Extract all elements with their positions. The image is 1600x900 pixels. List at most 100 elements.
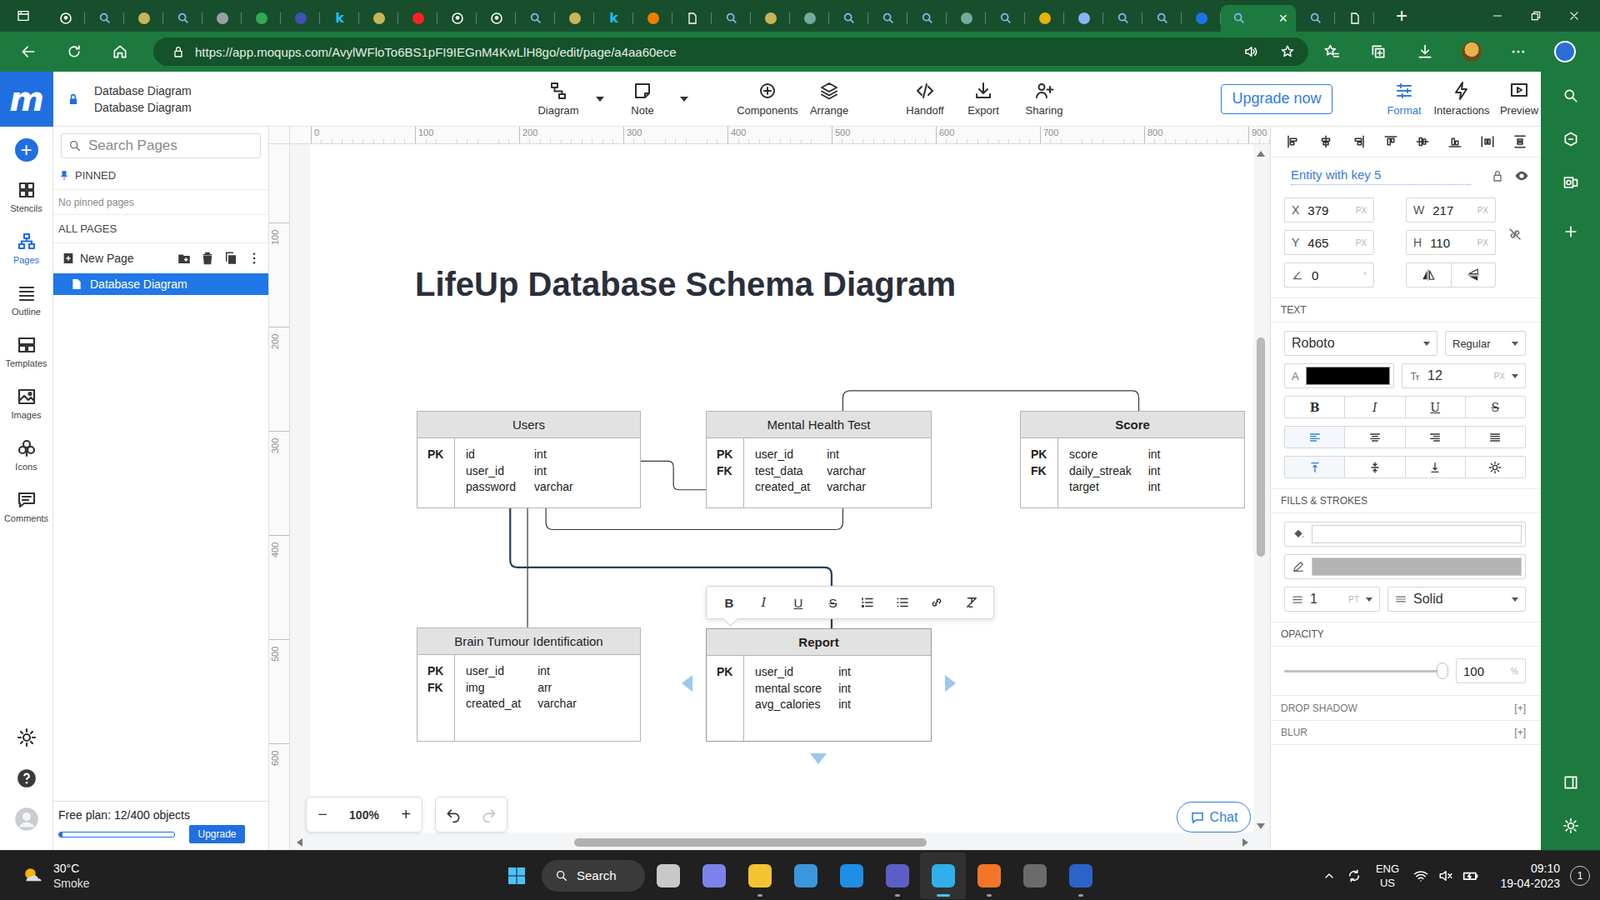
home-button[interactable] — [96, 35, 143, 69]
browser-tab[interactable] — [124, 5, 164, 32]
taskbar-app[interactable] — [690, 852, 737, 900]
entity-title[interactable]: Report — [706, 629, 931, 656]
browser-tab[interactable] — [633, 5, 673, 32]
field-type[interactable]: int — [838, 664, 931, 681]
sync-button[interactable] — [1341, 859, 1367, 893]
weather-widget[interactable]: 30°CSmoke — [0, 860, 167, 891]
vertical-scrollbar[interactable] — [1255, 147, 1267, 833]
browser-tab[interactable] — [85, 5, 125, 32]
sidebar-add-button[interactable] — [1540, 210, 1600, 254]
text-tool-button[interactable] — [920, 589, 955, 616]
profile-button[interactable] — [1448, 35, 1495, 69]
collapsed-section[interactable]: BLUR[+] — [1270, 720, 1541, 745]
browser-tab[interactable] — [398, 5, 438, 32]
field-type[interactable]: varchar — [826, 463, 931, 480]
taskbar-app[interactable] — [782, 852, 829, 900]
taskbar-app[interactable] — [920, 852, 966, 900]
browser-tab[interactable] — [476, 5, 516, 32]
flip-vertical-button[interactable] — [1450, 263, 1496, 287]
field-name[interactable]: id — [465, 446, 518, 464]
text-tool-button[interactable] — [850, 589, 885, 616]
toolbar-button[interactable]: Arrange — [802, 80, 856, 117]
more-button[interactable] — [1495, 35, 1542, 69]
entity-table[interactable]: UsersPKidintuser_idintpasswordvarchar — [416, 410, 641, 509]
address-field[interactable]: https://app.moqups.com/AvylWFloTo6BS1pFI… — [153, 37, 1309, 66]
field-name[interactable]: created_at — [755, 479, 810, 496]
page-list-item[interactable]: Database Diagram — [53, 273, 269, 295]
diagram-canvas[interactable]: LifeUp Database Schema DiagramUsersPKidi… — [290, 144, 1270, 850]
tray-overflow-button[interactable] — [1316, 859, 1342, 893]
restore-button[interactable] — [1516, 0, 1555, 32]
dropdown-button[interactable] — [590, 82, 610, 116]
browser-tab[interactable] — [1181, 5, 1221, 32]
align-button[interactable] — [1280, 129, 1306, 155]
taskbar-app[interactable] — [1057, 852, 1104, 900]
browser-tab[interactable] — [241, 5, 281, 32]
taskbar-app[interactable] — [965, 852, 1012, 900]
browser-tab[interactable] — [437, 5, 477, 32]
search-pages-field[interactable]: Search Pages — [60, 133, 261, 159]
text-align-button[interactable] — [1285, 426, 1345, 448]
rail-item[interactable]: Pages — [0, 225, 53, 277]
field-type[interactable]: arr — [537, 680, 640, 697]
browser-tab[interactable]: k — [594, 5, 634, 32]
browser-tab[interactable] — [907, 5, 947, 32]
toolbar-button[interactable]: Sharing — [1015, 80, 1074, 117]
browser-tab[interactable] — [829, 5, 869, 32]
field-name[interactable]: img — [465, 680, 521, 697]
close-window-button[interactable] — [1555, 0, 1594, 32]
connector[interactable] — [545, 508, 843, 530]
toolbar-button[interactable]: Diagram — [529, 80, 588, 117]
panel-tab[interactable]: Interactions — [1428, 80, 1495, 117]
text-tool-button[interactable] — [954, 589, 990, 616]
new-folder-icon[interactable] — [176, 250, 192, 266]
taskbar-app[interactable] — [874, 852, 920, 900]
horizontal-scrollbar[interactable] — [293, 836, 1252, 849]
entity-table[interactable]: ReportPKuser_idintmental scoreintavg_cal… — [705, 628, 932, 742]
downloads-button[interactable] — [1401, 35, 1449, 69]
moqups-logo[interactable]: m — [0, 71, 54, 127]
text-style-button[interactable]: U — [1405, 396, 1465, 418]
field-type[interactable]: int — [1148, 463, 1245, 480]
field-name[interactable]: user_id — [465, 463, 518, 480]
browser-tab[interactable] — [946, 5, 986, 32]
taskbar-search[interactable]: Search — [541, 860, 645, 892]
new-page-button[interactable]: New Page — [61, 251, 135, 265]
field-type[interactable]: int — [534, 446, 640, 464]
field-name[interactable]: avg_calories — [755, 696, 822, 714]
browser-tab[interactable] — [202, 5, 242, 32]
browser-tab[interactable]: k — [320, 5, 360, 32]
flip-horizontal-button[interactable] — [1406, 263, 1451, 287]
user-avatar[interactable] — [0, 798, 53, 840]
text-align-button[interactable] — [1405, 426, 1465, 448]
browser-tab[interactable] — [1064, 5, 1104, 32]
browser-tab[interactable] — [868, 5, 908, 32]
entity-title[interactable]: Brain Tumour Identification — [417, 628, 640, 655]
text-style-button[interactable]: B — [1285, 396, 1345, 418]
sidebar-settings-button[interactable] — [1540, 804, 1600, 848]
new-tab-button[interactable]: + — [1390, 5, 1413, 26]
geometry-field[interactable]: Y465PX — [1284, 230, 1375, 255]
element-name[interactable]: Entity with key 5 — [1290, 167, 1471, 185]
font-weight-select[interactable]: Regular — [1445, 330, 1526, 356]
upgrade-now-button[interactable]: Upgrade now — [1220, 84, 1333, 115]
browser-tab[interactable] — [1025, 5, 1065, 32]
entity-table[interactable]: ScorePKFKscoreintdaily_streakinttargetin… — [1020, 410, 1245, 509]
panel-tab[interactable]: Preview — [1495, 80, 1544, 117]
align-button[interactable] — [1345, 129, 1371, 155]
rail-item[interactable]: Templates — [0, 328, 53, 380]
geometry-field[interactable]: W217PX — [1405, 197, 1496, 223]
field-name[interactable]: daily_streak — [1069, 463, 1132, 480]
field-type[interactable]: int — [1148, 446, 1245, 464]
browser-tab[interactable] — [280, 5, 320, 32]
vertical-align-button[interactable] — [1285, 456, 1345, 478]
collections-button[interactable] — [1355, 35, 1402, 69]
settings-button[interactable] — [0, 716, 53, 758]
duplicate-icon[interactable] — [223, 250, 239, 266]
field-name[interactable]: mental score — [755, 680, 822, 698]
zoom-in-button[interactable]: + — [400, 805, 411, 825]
rail-item[interactable]: Stencils — [0, 173, 53, 225]
opacity-slider[interactable] — [1284, 670, 1443, 673]
collapsed-section[interactable]: DROP SHADOW[+] — [1270, 695, 1541, 720]
taskbar-app[interactable] — [828, 852, 875, 900]
